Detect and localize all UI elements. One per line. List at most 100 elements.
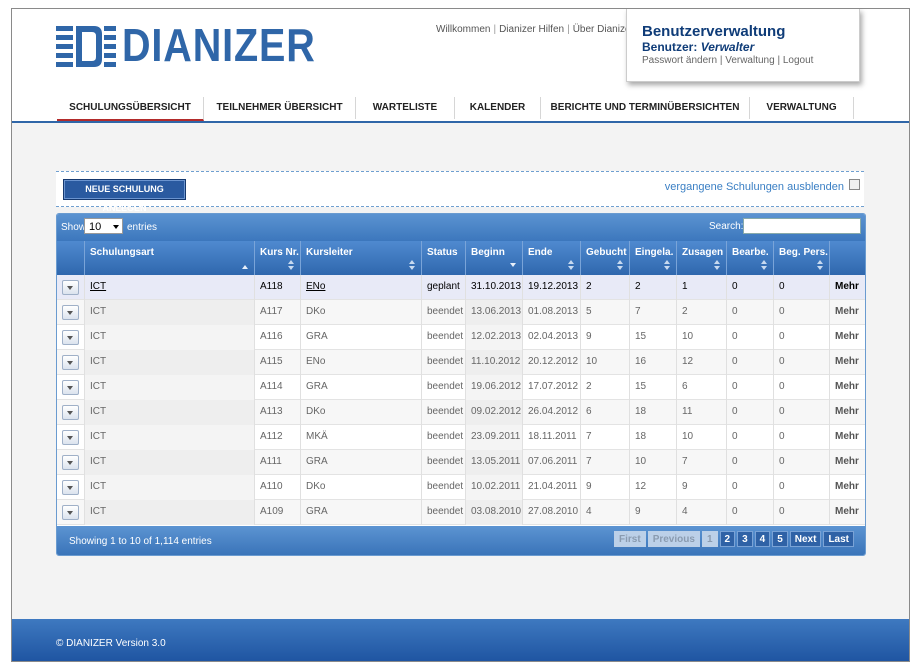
cell-kursleiter[interactable]: ENo — [301, 275, 422, 300]
cell-schulungsart[interactable]: ICT — [85, 375, 255, 400]
expand-row-icon[interactable] — [62, 330, 79, 345]
table-row[interactable]: ICT A113 DKo beendet 09.02.2012 26.04.2012 6 18… — [57, 400, 865, 425]
cell-schulungsart[interactable]: ICT — [85, 425, 255, 450]
expand-row-icon[interactable] — [62, 280, 79, 295]
tab-warteliste[interactable]: WARTELISTE — [356, 97, 455, 119]
table-row[interactable]: ICT A114 GRA beendet 19.06.2012 17.07.2012 2 15… — [57, 375, 865, 400]
cell-more[interactable]: Mehr — [830, 375, 865, 400]
col-ende[interactable]: Ende — [523, 241, 581, 275]
table-row[interactable]: ICT A109 GRA beendet 03.08.2010 27.08.2010 4 9 4… — [57, 500, 865, 525]
tab-teilnehmer-uebersicht[interactable]: TEILNEHMER ÜBERSICHT — [204, 97, 356, 119]
hide-past-toggle[interactable]: vergangene Schulungen ausblenden — [665, 178, 860, 193]
cell-more[interactable]: Mehr — [830, 325, 865, 350]
cell-schulungsart[interactable]: ICT — [85, 350, 255, 375]
cell-kursleiter[interactable]: GRA — [301, 325, 422, 350]
link-verwaltung[interactable]: Verwaltung — [725, 55, 774, 66]
pager-page-3[interactable]: 3 — [737, 531, 753, 547]
row-expand[interactable] — [57, 450, 85, 475]
cell-status: beendet — [422, 400, 466, 425]
cell-more[interactable]: Mehr — [830, 275, 865, 300]
col-schulungsart[interactable]: Schulungsart — [85, 241, 255, 275]
col-status[interactable]: Status — [422, 241, 466, 275]
cell-schulungsart[interactable]: ICT — [85, 450, 255, 475]
link-passwort-aendern[interactable]: Passwort ändern — [642, 55, 717, 66]
pager-page-2[interactable]: 2 — [719, 531, 736, 547]
cell-schulungsart[interactable]: ICT — [85, 300, 255, 325]
col-gebucht[interactable]: Gebucht — [581, 241, 630, 275]
table-row[interactable]: ICT A112 MKÄ beendet 23.09.2011 18.11.2011 7 18… — [57, 425, 865, 450]
pager-next[interactable]: Next — [789, 531, 822, 547]
row-expand[interactable] — [57, 500, 85, 525]
row-expand[interactable] — [57, 350, 85, 375]
cell-kursleiter[interactable]: DKo — [301, 475, 422, 500]
link-willkommen[interactable]: Willkommen — [436, 24, 490, 35]
expand-row-icon[interactable] — [62, 355, 79, 370]
pager-page-4[interactable]: 4 — [754, 531, 771, 547]
table-row[interactable]: ICT A111 GRA beendet 13.05.2011 07.06.2011 7 10… — [57, 450, 865, 475]
col-bearbe[interactable]: Bearbe. — [727, 241, 774, 275]
row-expand[interactable] — [57, 375, 85, 400]
expand-row-icon[interactable] — [62, 480, 79, 495]
table-row[interactable]: ICT A117 DKo beendet 13.06.2013 01.08.2013 5 7 2… — [57, 300, 865, 325]
col-zusagen[interactable]: Zusagen — [677, 241, 727, 275]
pager-previous[interactable]: Previous — [647, 531, 700, 547]
tab-schulungsuebersicht[interactable]: SCHULUNGSÜBERSICHT — [57, 97, 204, 121]
tab-kalender[interactable]: KALENDER — [455, 97, 541, 119]
cell-more[interactable]: Mehr — [830, 475, 865, 500]
cell-more[interactable]: Mehr — [830, 500, 865, 525]
logo[interactable]: DIANIZER — [56, 21, 347, 69]
expand-row-icon[interactable] — [62, 305, 79, 320]
cell-kursleiter[interactable]: DKo — [301, 400, 422, 425]
expand-row-icon[interactable] — [62, 405, 79, 420]
col-beginn[interactable]: Beginn — [466, 241, 523, 275]
cell-more[interactable]: Mehr — [830, 350, 865, 375]
link-dianizer-hilfen[interactable]: Dianizer Hilfen — [499, 24, 564, 35]
table-row[interactable]: ICT A115 ENo beendet 11.10.2012 20.12.2012 10 1… — [57, 350, 865, 375]
cell-more[interactable]: Mehr — [830, 450, 865, 475]
expand-row-icon[interactable] — [62, 380, 79, 395]
search-input[interactable] — [743, 218, 861, 234]
row-expand[interactable] — [57, 425, 85, 450]
hide-past-checkbox[interactable] — [849, 178, 860, 190]
page-size-select[interactable]: 10 — [84, 218, 123, 234]
row-expand[interactable] — [57, 400, 85, 425]
pager-first[interactable]: First — [614, 531, 646, 547]
expand-row-icon[interactable] — [62, 455, 79, 470]
link-ueber-dianizer[interactable]: Über Dianizer — [573, 24, 634, 35]
col-kursleiter[interactable]: Kursleiter — [301, 241, 422, 275]
cell-schulungsart[interactable]: ICT — [85, 500, 255, 525]
link-logout[interactable]: Logout — [783, 55, 814, 66]
col-kurs-nr[interactable]: Kurs Nr. — [255, 241, 301, 275]
pager-last[interactable]: Last — [823, 531, 854, 547]
row-expand[interactable] — [57, 475, 85, 500]
tab-verwaltung[interactable]: VERWALTUNG — [750, 97, 854, 119]
cell-kursleiter[interactable]: GRA — [301, 500, 422, 525]
col-beg-pers[interactable]: Beg. Pers. — [774, 241, 830, 275]
expand-row-icon[interactable] — [62, 505, 79, 520]
expand-row-icon[interactable] — [62, 430, 79, 445]
row-expand[interactable] — [57, 300, 85, 325]
cell-more[interactable]: Mehr — [830, 400, 865, 425]
col-eingela[interactable]: Eingela. — [630, 241, 677, 275]
new-training-button[interactable]: NEUE SCHULUNG ANLEGEN — [63, 179, 186, 213]
table-row[interactable]: ICT A110 DKo beendet 10.02.2011 21.04.2011 9 12… — [57, 475, 865, 500]
cell-more[interactable]: Mehr — [830, 300, 865, 325]
cell-kursleiter[interactable]: GRA — [301, 375, 422, 400]
cell-status: beendet — [422, 325, 466, 350]
cell-kursleiter[interactable]: ENo — [301, 350, 422, 375]
pager-page-1[interactable]: 1 — [701, 531, 718, 547]
cell-more[interactable]: Mehr — [830, 425, 865, 450]
cell-schulungsart[interactable]: ICT — [85, 325, 255, 350]
table-row[interactable]: ICT A118 ENo geplant 31.10.2013 19.12.2013 2 2 1… — [57, 275, 865, 300]
cell-kursleiter[interactable]: MKÄ — [301, 425, 422, 450]
row-expand[interactable] — [57, 275, 85, 300]
table-row[interactable]: ICT A116 GRA beendet 12.02.2013 02.04.2013 9 15… — [57, 325, 865, 350]
pager-page-5[interactable]: 5 — [772, 531, 788, 547]
cell-schulungsart[interactable]: ICT — [85, 475, 255, 500]
tab-berichte[interactable]: BERICHTE UND TERMINÜBERSICHTEN — [541, 97, 750, 119]
cell-kursleiter[interactable]: GRA — [301, 450, 422, 475]
cell-schulungsart[interactable]: ICT — [85, 400, 255, 425]
row-expand[interactable] — [57, 325, 85, 350]
cell-schulungsart[interactable]: ICT — [85, 275, 255, 300]
cell-kursleiter[interactable]: DKo — [301, 300, 422, 325]
